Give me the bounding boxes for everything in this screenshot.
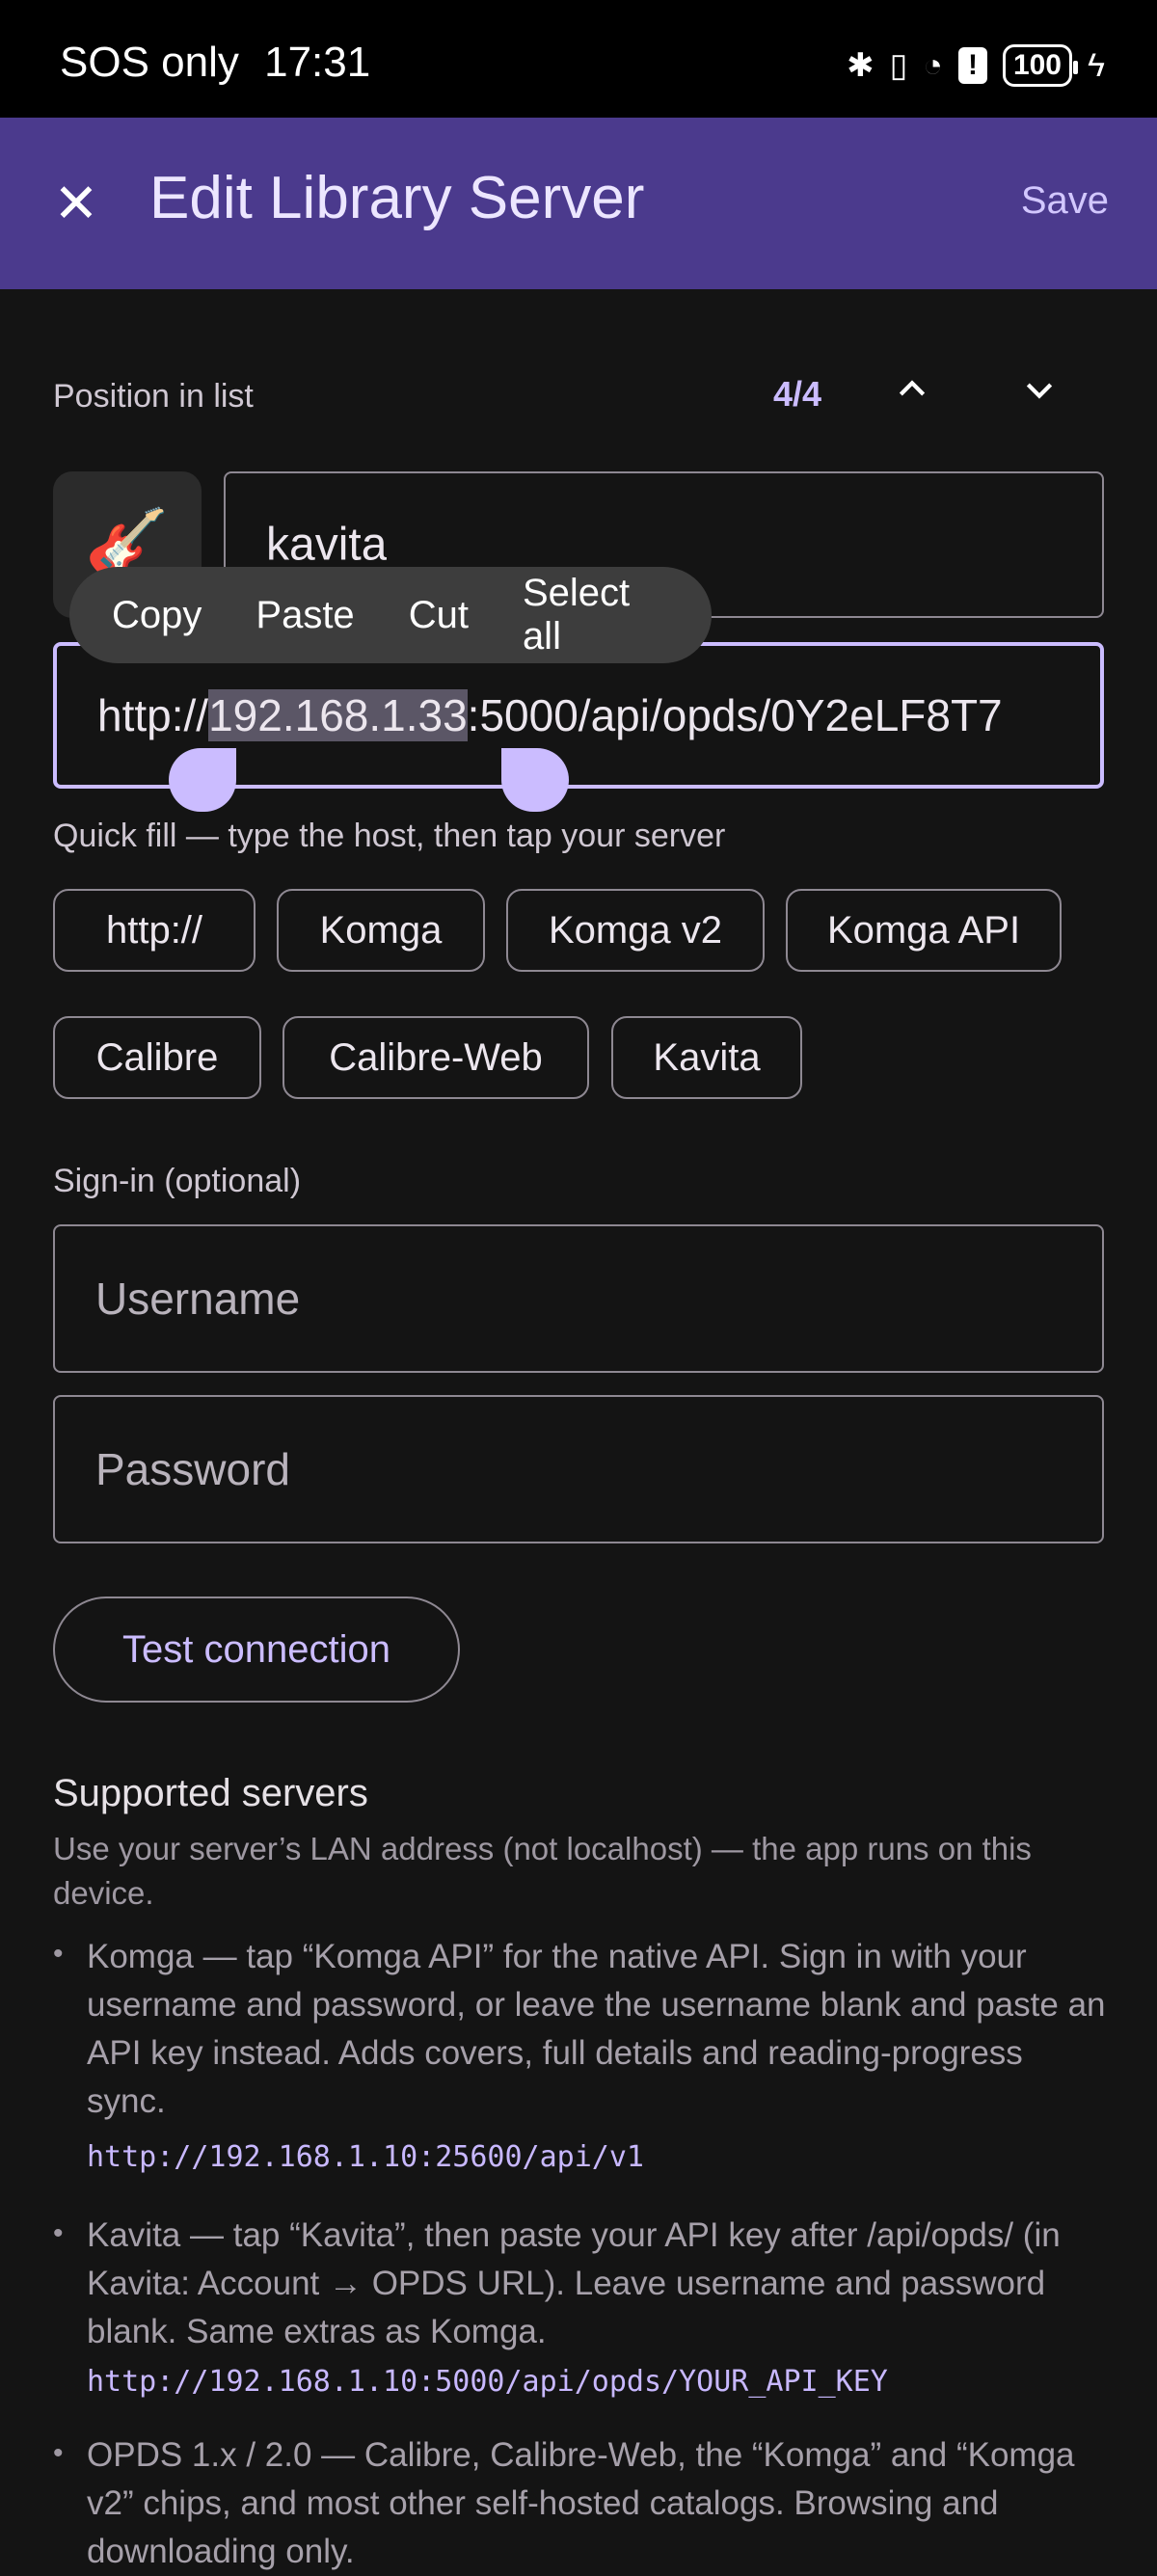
cut-menu-item[interactable]: Cut: [409, 594, 469, 637]
app-bar: ✕ Edit Library Server Save: [0, 118, 1157, 289]
chip-komga-api[interactable]: Komga API: [786, 889, 1062, 972]
bullet: •: [53, 2437, 64, 2469]
username-placeholder: Username: [95, 1274, 301, 1324]
chip-http[interactable]: http://: [53, 889, 256, 972]
url-value: http://192.168.1.33:5000/api/opds/0Y2eLF…: [97, 646, 1110, 785]
paste-menu-item[interactable]: Paste: [256, 594, 354, 637]
battery-icon: 100: [1002, 44, 1079, 87]
status-bar: SOS only 17:31 ✱ ▯ ◔ ! 100 ϟ: [0, 0, 1157, 118]
password-field[interactable]: Password: [53, 1395, 1104, 1543]
position-count: 4/4: [773, 374, 822, 414]
vibrate-icon: ▯: [889, 47, 908, 84]
position-label: Position in list: [53, 378, 254, 415]
kavita-description: Kavita — tap “Kavita”, then paste your A…: [87, 2216, 1061, 2350]
url-suffix: :5000/api/opds/0Y2eLF8T7: [467, 690, 1003, 740]
quick-fill-label: Quick fill — type the host, then tap you…: [53, 818, 726, 854]
alert-icon: !: [957, 47, 987, 84]
supported-intro: Use your server’s LAN address (not local…: [53, 1831, 1032, 1911]
status-icons: ✱ ▯ ◔ ! 100 ϟ: [847, 44, 1105, 87]
chip-kavita[interactable]: Kavita: [611, 1016, 802, 1099]
selection-end-handle[interactable]: [501, 748, 569, 812]
copy-menu-item[interactable]: Copy: [112, 594, 202, 637]
chip-komga[interactable]: Komga: [277, 889, 485, 972]
supported-servers-title: Supported servers: [53, 1772, 368, 1814]
komga-description: Komga — tap “Komga API” for the native A…: [87, 1938, 1106, 2120]
komga-example-url: http://192.168.1.10:25600/api/v1: [87, 2140, 644, 2174]
page-title: Edit Library Server: [149, 165, 645, 231]
sign-in-label: Sign-in (optional): [53, 1163, 302, 1199]
move-up-icon[interactable]: [883, 370, 941, 418]
carrier-text: SOS only: [60, 39, 239, 86]
url-selection: 192.168.1.33: [208, 689, 468, 741]
bullet: •: [53, 1938, 64, 1970]
bullet: •: [53, 2217, 64, 2249]
chip-calibre-web[interactable]: Calibre-Web: [283, 1016, 589, 1099]
bluetooth-icon: ✱: [847, 47, 874, 84]
move-down-icon[interactable]: [1010, 370, 1068, 418]
username-field[interactable]: Username: [53, 1224, 1104, 1373]
test-connection-button[interactable]: Test connection: [53, 1597, 460, 1703]
password-placeholder: Password: [95, 1444, 290, 1494]
url-prefix: http://: [97, 690, 209, 740]
chip-calibre[interactable]: Calibre: [53, 1016, 261, 1099]
wifi-icon: ◔: [923, 46, 943, 84]
clock: 17:31: [264, 39, 371, 86]
select-all-menu-item[interactable]: Select all: [523, 572, 658, 658]
kavita-example-url: http://192.168.1.10:5000/api/opds/YOUR_A…: [87, 2365, 888, 2399]
save-button[interactable]: Save: [1021, 179, 1109, 223]
text-context-menu: Copy Paste Cut Select all: [69, 567, 712, 663]
chip-komga-v2[interactable]: Komga v2: [506, 889, 765, 972]
opds-description: OPDS 1.x / 2.0 — Calibre, Calibre-Web, t…: [87, 2436, 1075, 2570]
server-name-value: kavita: [266, 519, 388, 571]
status-left: SOS only 17:31: [60, 39, 370, 87]
charging-icon: ϟ: [1088, 46, 1105, 84]
selection-start-handle[interactable]: [169, 748, 236, 812]
close-icon[interactable]: ✕: [46, 174, 106, 233]
